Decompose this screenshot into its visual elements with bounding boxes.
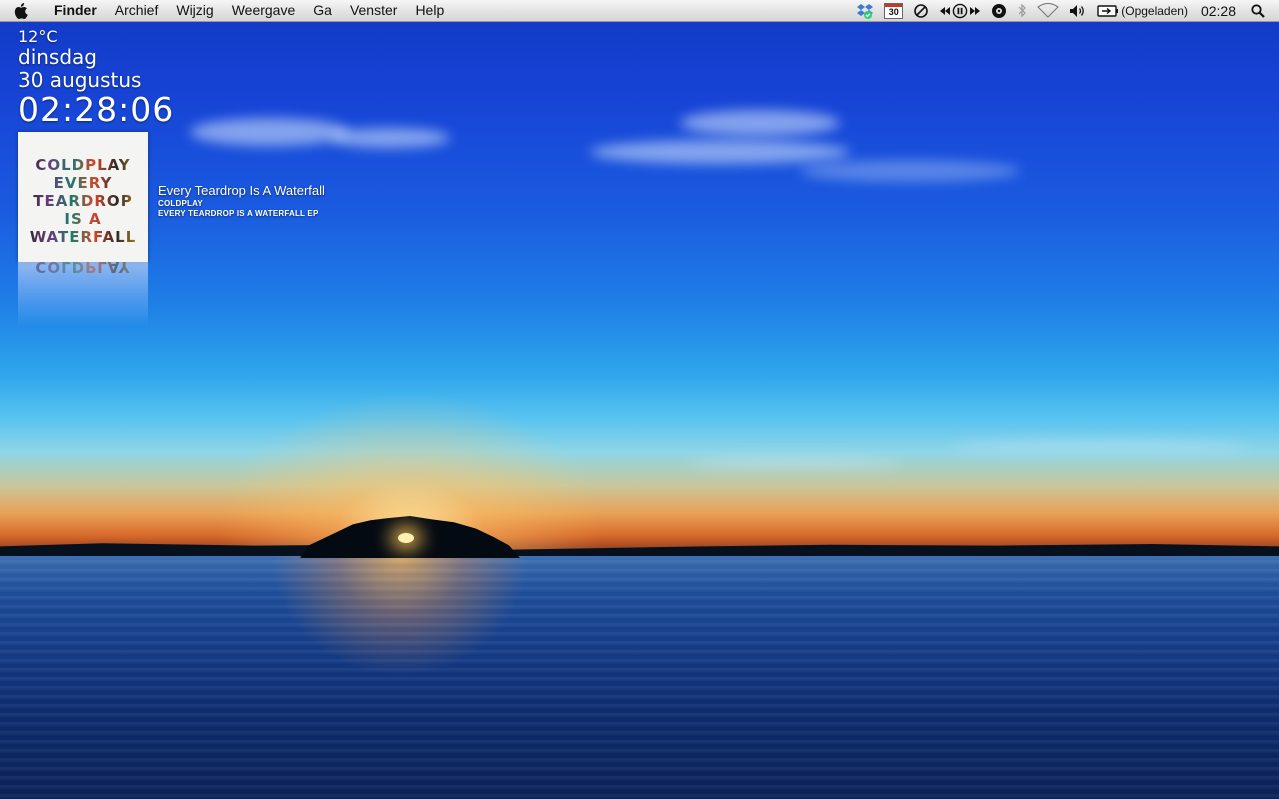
- cloud: [590, 140, 850, 164]
- date-time-widget: 12°C dinsdag 30 augustus 02:28:06: [18, 28, 174, 127]
- menu-bar: Finder Archief Wijzig Weergave Ga Venste…: [0, 0, 1279, 22]
- sync-icon[interactable]: [913, 3, 929, 19]
- previous-track-icon[interactable]: [939, 6, 951, 16]
- desktop-wallpaper: [0, 0, 1279, 799]
- battery-icon[interactable]: (Opgeladen): [1097, 4, 1188, 18]
- spotlight-icon[interactable]: [1251, 3, 1265, 18]
- digital-clock: 02:28:06: [18, 90, 175, 129]
- pause-icon[interactable]: [952, 3, 968, 19]
- wifi-icon[interactable]: [1037, 3, 1060, 18]
- apple-menu-icon[interactable]: [12, 2, 30, 20]
- sky: [0, 0, 1279, 552]
- date: 30 augustus: [18, 68, 142, 92]
- menubar-clock[interactable]: 02:28: [1201, 3, 1236, 19]
- bluetooth-icon[interactable]: [1017, 3, 1027, 18]
- album-art[interactable]: COLDPLAY EVERY TEARDROP IS A WATERFALL: [18, 132, 148, 262]
- status-area: 30 (Opgeladen) 02:28: [851, 0, 1279, 21]
- track-artist: COLDPLAY: [158, 199, 203, 208]
- menu-wijzig[interactable]: Wijzig: [167, 0, 222, 21]
- menu-weergave[interactable]: Weergave: [223, 0, 305, 21]
- next-track-icon[interactable]: [969, 6, 981, 16]
- temperature: 12°C: [18, 27, 58, 46]
- cloud: [950, 440, 1250, 452]
- album-art-reflection: COLDPLAY EVERY TEARDROP IS A WATERFALL: [18, 262, 148, 326]
- calendar-day: 30: [884, 2, 904, 19]
- track-album: EVERY TEARDROP IS A WATERFALL EP: [158, 209, 319, 218]
- cloud: [800, 160, 1020, 182]
- menu-finder[interactable]: Finder: [44, 0, 106, 21]
- volume-icon[interactable]: [1069, 4, 1087, 18]
- cloud: [330, 128, 450, 148]
- menu-venster[interactable]: Venster: [341, 0, 406, 21]
- water-ripples: [0, 560, 1279, 799]
- menu-archief[interactable]: Archief: [106, 0, 168, 21]
- now-playing-info: Every Teardrop Is A Waterfall COLDPLAY E…: [158, 183, 325, 219]
- dropbox-icon[interactable]: [856, 3, 874, 19]
- sun: [398, 533, 414, 543]
- calendar-icon[interactable]: 30: [884, 2, 904, 19]
- cloud: [190, 118, 350, 146]
- menu-help[interactable]: Help: [406, 0, 453, 21]
- cloud: [690, 458, 900, 468]
- weekday: dinsdag: [18, 45, 97, 69]
- cloud: [680, 110, 840, 136]
- lastfm-icon[interactable]: [991, 3, 1007, 19]
- menu-ga[interactable]: Ga: [304, 0, 341, 21]
- battery-status-label: (Opgeladen): [1121, 3, 1188, 18]
- track-title: Every Teardrop Is A Waterfall: [158, 183, 325, 198]
- album-art-lettering: COLDPLAY EVERY TEARDROP IS A WATERFALL: [26, 156, 140, 246]
